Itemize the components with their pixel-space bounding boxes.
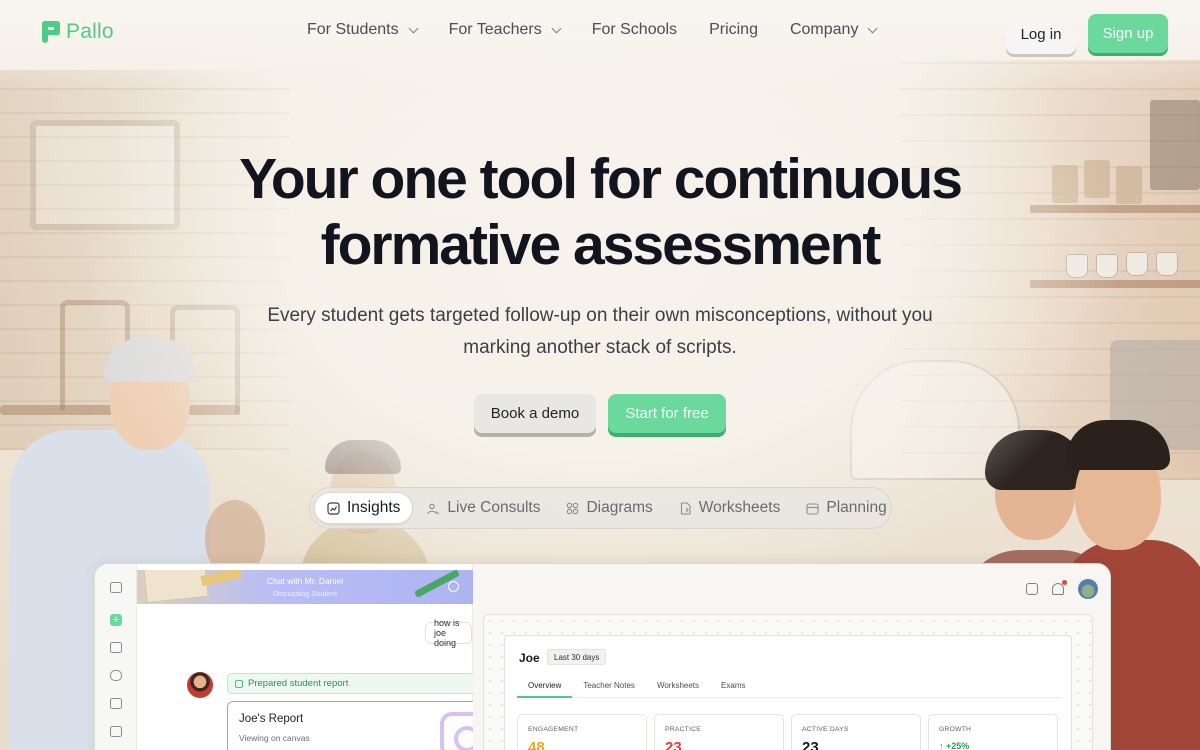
people-icon bbox=[427, 502, 440, 515]
layers-icon[interactable] bbox=[110, 698, 122, 709]
nav-label: Company bbox=[789, 21, 859, 38]
nav-for-students[interactable]: For Students bbox=[307, 21, 419, 39]
stat-value: 48 bbox=[528, 739, 545, 750]
stat-label: ENGAGEMENT bbox=[528, 726, 579, 733]
stat-card-active-days: ACTIVE DAYS 23 bbox=[791, 714, 921, 750]
user-message: how is joe doing bbox=[425, 618, 472, 648]
print-icon[interactable] bbox=[1026, 583, 1038, 595]
tab-label: Diagrams bbox=[586, 499, 653, 516]
hero-title: Your one tool for continuous formative a… bbox=[150, 146, 1050, 278]
chevron-down-icon bbox=[868, 23, 878, 33]
hero-title-line-2: formative assessment bbox=[320, 213, 882, 277]
main-nav: For Students For Teachers For Schools Pr… bbox=[307, 21, 908, 39]
worksheet-icon bbox=[679, 501, 692, 515]
stack-icon[interactable] bbox=[110, 670, 122, 681]
stat-card-growth: GROWTH ↑ +25% bbox=[928, 714, 1058, 750]
report-pill-label: Prepared student report bbox=[248, 678, 349, 689]
stat-value: 23 bbox=[802, 739, 819, 750]
nav-label: For Teachers bbox=[448, 21, 542, 38]
report-icon bbox=[235, 680, 243, 688]
report-canvas-area: Joe Last 30 days Overview Teacher Notes … bbox=[473, 564, 1110, 750]
diagram-icon bbox=[566, 502, 579, 515]
report-tabs: Overview Teacher Notes Worksheets Exams bbox=[517, 676, 1061, 698]
tab-label: Planning bbox=[826, 499, 887, 516]
profile-card-icon[interactable] bbox=[110, 642, 122, 653]
stat-label: PRACTICE bbox=[665, 726, 701, 733]
stat-label: ACTIVE DAYS bbox=[802, 726, 849, 733]
tab-insights[interactable]: Insights bbox=[314, 492, 414, 524]
start-free-button[interactable]: Start for free bbox=[608, 394, 726, 433]
tab-planning[interactable]: Planning bbox=[794, 492, 898, 524]
sidebar-toggle-icon[interactable] bbox=[110, 582, 122, 593]
report-card[interactable]: Joe's Report Viewing on canvas bbox=[227, 701, 498, 750]
chevron-down-icon bbox=[408, 23, 419, 33]
user-avatar[interactable] bbox=[1078, 579, 1098, 599]
report-subtitle: Viewing on canvas bbox=[239, 733, 310, 743]
stat-card-engagement: ENGAGEMENT 48 bbox=[517, 714, 647, 750]
tab-label: Insights bbox=[347, 499, 401, 516]
nav-label: For Schools bbox=[591, 21, 678, 38]
report-title: Joe's Report bbox=[239, 713, 304, 725]
chat-banner: Chat with Mr. Daniel Discussing Student bbox=[137, 570, 473, 604]
bell-icon[interactable] bbox=[1052, 580, 1067, 595]
student-report-document: Joe Last 30 days Overview Teacher Notes … bbox=[504, 635, 1072, 750]
tab-label: Live Consults bbox=[447, 499, 541, 516]
tab-exams[interactable]: Exams bbox=[710, 676, 756, 698]
nav-for-teachers[interactable]: For Teachers bbox=[448, 21, 562, 39]
tab-diagrams[interactable]: Diagrams bbox=[554, 492, 664, 524]
app-sidebar-rail: + bbox=[95, 564, 137, 750]
nav-pricing[interactable]: Pricing bbox=[709, 21, 758, 39]
stat-value: ↑ +25% bbox=[939, 741, 970, 750]
stat-value: 23 bbox=[665, 739, 682, 750]
date-range-badge[interactable]: Last 30 days bbox=[547, 649, 607, 665]
tab-live-consults[interactable]: Live Consults bbox=[415, 492, 552, 524]
tab-label: Worksheets bbox=[698, 499, 781, 516]
calendar-icon bbox=[806, 502, 819, 515]
chat-banner-title: Chat with Mr. Daniel bbox=[266, 576, 344, 586]
hero-subtitle: Every student gets targeted follow-up on… bbox=[267, 305, 933, 358]
chevron-down-icon bbox=[551, 23, 562, 33]
app-preview: + Chat with Mr. Daniel Discussing Studen… bbox=[94, 563, 1111, 750]
prepared-report-pill[interactable]: Prepared student report bbox=[227, 673, 498, 694]
tab-worksheets[interactable]: Worksheets bbox=[667, 492, 793, 524]
nav-label: For Students bbox=[307, 21, 399, 38]
student-name: Joe bbox=[519, 651, 540, 665]
new-chat-icon[interactable]: + bbox=[110, 614, 122, 626]
compass-icon[interactable] bbox=[448, 581, 459, 592]
hero-title-line-1: Your one tool for continuous bbox=[239, 147, 963, 211]
canvas: Joe Last 30 days Overview Teacher Notes … bbox=[483, 614, 1093, 750]
nav-for-schools[interactable]: For Schools bbox=[592, 21, 677, 39]
stat-card-practice: PRACTICE 23 bbox=[654, 714, 784, 750]
chat-banner-subtitle: Discussing Student bbox=[272, 589, 338, 598]
book-demo-button[interactable]: Book a demo bbox=[474, 394, 596, 433]
nav-company[interactable]: Company bbox=[789, 21, 878, 39]
feature-tabs: Insights Live Consults Diagrams Workshee… bbox=[309, 487, 892, 529]
pallo-logo-icon bbox=[42, 21, 62, 43]
signup-button[interactable]: Sign up bbox=[1088, 14, 1168, 53]
site-header: Pallo For Students For Teachers For Scho… bbox=[0, 0, 1200, 66]
top-toolbar bbox=[1026, 579, 1098, 599]
tab-overview[interactable]: Overview bbox=[517, 676, 573, 698]
stat-label: GROWTH bbox=[939, 726, 972, 733]
nav-label: Pricing bbox=[709, 21, 758, 38]
tab-worksheets-report[interactable]: Worksheets bbox=[646, 676, 710, 698]
login-button[interactable]: Log in bbox=[1006, 14, 1076, 54]
teacher-avatar bbox=[187, 672, 213, 698]
logo[interactable]: Pallo bbox=[42, 20, 114, 44]
chat-panel: Chat with Mr. Daniel Discussing Student … bbox=[137, 564, 498, 750]
tab-teacher-notes[interactable]: Teacher Notes bbox=[572, 676, 646, 698]
archive-icon[interactable] bbox=[110, 726, 122, 737]
brand-name: Pallo bbox=[66, 20, 114, 43]
chart-icon bbox=[327, 501, 340, 515]
